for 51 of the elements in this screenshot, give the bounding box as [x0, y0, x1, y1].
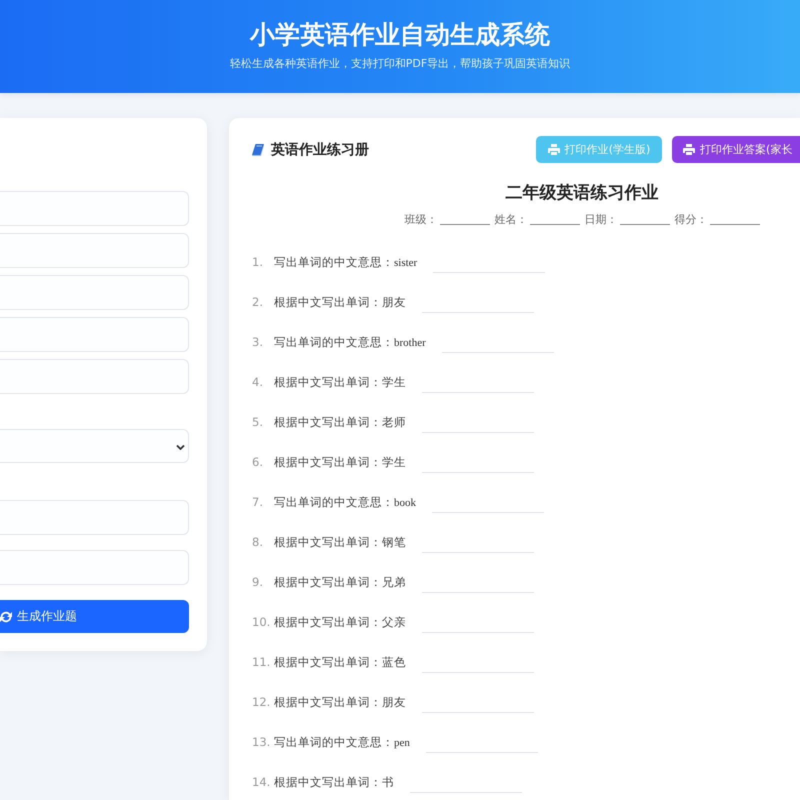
print-button[interactable]: 打印作业答案(家长: [672, 136, 800, 163]
printer-icon: [683, 144, 695, 155]
question-number: 6.: [252, 455, 264, 469]
input-field[interactable]: [0, 500, 189, 535]
info-label: 日期：: [584, 212, 618, 226]
question-number: 12.: [252, 695, 272, 709]
question-number: 14.: [252, 775, 272, 789]
refresh-icon: [0, 610, 12, 622]
dropdown-field[interactable]: [0, 429, 189, 463]
question-text: 根据中文写出单词：兄弟: [274, 574, 406, 591]
question-number: 7.: [252, 495, 264, 509]
question-number: 2.: [252, 295, 264, 309]
question-number: 11.: [252, 655, 272, 669]
worksheet-title: 二年级英语练习作业: [506, 183, 658, 203]
question-number: 3.: [252, 335, 264, 349]
input-field[interactable]: [0, 275, 189, 310]
question-number: 13.: [252, 735, 272, 749]
question-text: 根据中文写出单词：钢笔: [274, 534, 406, 551]
input-field[interactable]: [0, 191, 189, 226]
workbook-title: 英语作业练习册: [271, 140, 369, 158]
question-text: 写出单词的中文意思：brother: [274, 334, 426, 350]
question-number: 4.: [252, 375, 264, 389]
question-number: 9.: [252, 575, 264, 589]
input-field[interactable]: [0, 233, 189, 268]
question-text: 根据中文写出单词：朋友: [274, 294, 406, 311]
input-field[interactable]: [0, 317, 189, 352]
question-text: 写出单词的中文意思：pen: [274, 734, 410, 750]
page-title: 小学英语作业自动生成系统: [250, 19, 550, 51]
question-text: 根据中文写出单词：朋友: [274, 694, 406, 711]
question-number: 1.: [252, 255, 264, 269]
question-text: 根据中文写出单词：老师: [274, 414, 406, 431]
input-field[interactable]: [0, 550, 189, 585]
info-label: 得分：: [674, 212, 708, 226]
question-text: 写出单词的中文意思：sister: [274, 254, 418, 270]
question-text: 根据中文写出单词：父亲: [274, 614, 406, 631]
info-label: 姓名：: [494, 212, 528, 226]
generate-button[interactable]: 生成作业题: [0, 600, 189, 633]
question-text: 根据中文写出单词：书: [274, 774, 394, 791]
chevron-icon: [176, 444, 185, 450]
input-field[interactable]: [0, 359, 189, 394]
page-subtitle: 轻松生成各种英语作业，支持打印和PDF导出，帮助孩子巩固英语知识: [230, 56, 570, 71]
info-label: 班级：: [404, 212, 438, 226]
question-text: 根据中文写出单词：学生: [274, 454, 406, 471]
question-number: 10.: [252, 615, 272, 629]
printer-icon: [548, 144, 560, 155]
question-number: 5.: [252, 415, 264, 429]
question-number: 8.: [252, 535, 264, 549]
question-text: 写出单词的中文意思：book: [274, 494, 416, 510]
question-text: 根据中文写出单词：学生: [274, 374, 406, 391]
book-icon: [252, 144, 264, 156]
question-text: 根据中文写出单词：蓝色: [274, 654, 406, 671]
